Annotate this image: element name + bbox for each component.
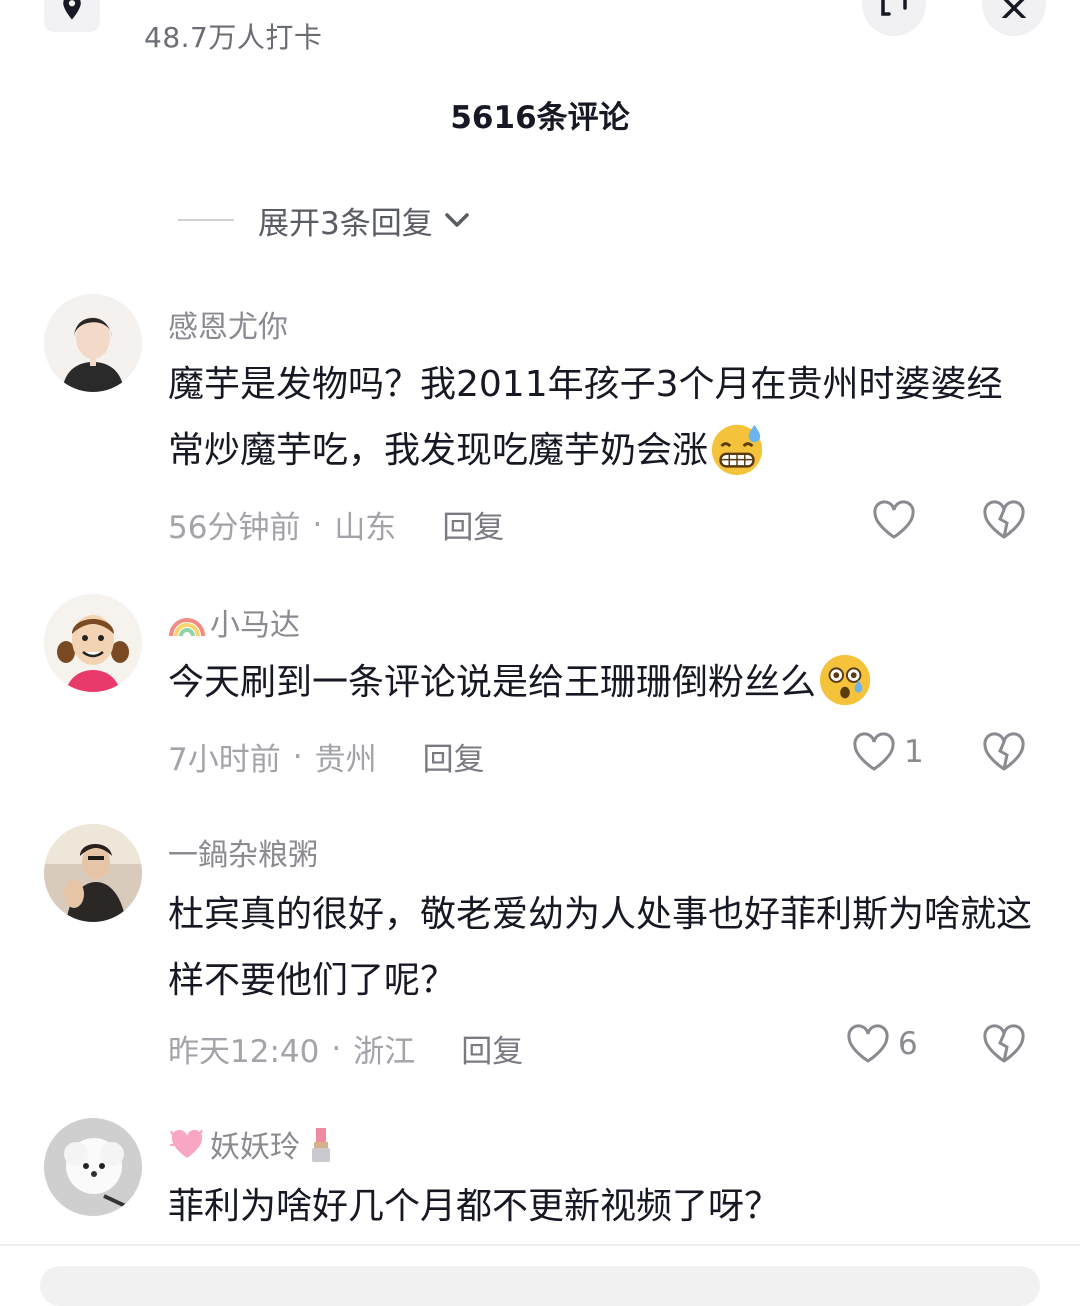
comment-location: 浙江 xyxy=(353,1034,416,1070)
chevron-down-icon xyxy=(444,213,469,227)
expand-button[interactable] xyxy=(862,0,926,36)
heart-icon xyxy=(847,1024,889,1063)
checkin-count: 48.7万人打卡 xyxy=(144,21,323,54)
rainbow-icon xyxy=(169,618,205,637)
like-button[interactable]: 1 xyxy=(852,732,924,772)
nickname[interactable]: 小马达 xyxy=(168,600,300,644)
dislike-button[interactable] xyxy=(982,1024,1026,1068)
comment-item: 一鍋杂粮粥 杜宾真的很好，敬老爱幼为人处事也好菲利斯为啥就这样不要他们了呢？ 昨… xyxy=(0,824,1080,1084)
expand-replies-button[interactable]: 展开3条回复 xyxy=(178,198,471,242)
comment-count-title: 5616条评论 xyxy=(450,100,630,136)
comment-item: 小马达 今天刷到一条评论说是给王珊珊倒粉丝么 7小时前 · 贵州 回复 1 xyxy=(0,594,1080,794)
nickname[interactable]: 感恩尤你 xyxy=(168,302,288,346)
avatar[interactable] xyxy=(44,294,142,392)
grimace-sweat-emoji-icon xyxy=(711,424,763,476)
avatar[interactable] xyxy=(44,824,142,922)
comment-input-bar[interactable] xyxy=(40,1266,1040,1306)
comment-text-content: 杜宾真的很好，敬老爱幼为人处事也好菲利斯为啥就这样不要他们了呢？ xyxy=(168,894,1033,1001)
heart-icon xyxy=(853,732,895,771)
comment-text: 菲利为啥好几个月都不更新视频了呀？ xyxy=(168,1174,1038,1240)
divider xyxy=(0,1244,1080,1246)
lipstick-icon xyxy=(312,1128,330,1162)
nickname[interactable]: 一鍋杂粮粥 xyxy=(168,830,318,874)
separator-dot: · xyxy=(292,738,303,775)
top-bar: 48.7万人打卡 xyxy=(0,0,1080,70)
comment-item: 感恩尤你 魔芋是发物吗？我2011年孩子3个月在贵州时婆婆经常炒魔芋吃，我发现吃… xyxy=(0,294,1080,554)
comment-time: 56分钟前 xyxy=(168,510,301,546)
comment-meta: 7小时前 · 贵州 回复 xyxy=(168,734,485,779)
dizzy-teary-emoji-icon xyxy=(819,654,871,706)
comment-location: 贵州 xyxy=(314,742,377,778)
comment-text-content: 菲利为啥好几个月都不更新视频了呀？ xyxy=(168,1186,781,1227)
close-icon xyxy=(1002,0,1026,18)
comment-time: 昨天12:40 xyxy=(168,1034,320,1070)
comment-item: 妖妖玲 菲利为啥好几个月都不更新视频了呀？ xyxy=(0,1118,1080,1244)
dislike-button[interactable] xyxy=(982,500,1026,544)
separator-dot: · xyxy=(331,1030,342,1067)
avatar[interactable] xyxy=(44,594,142,692)
comment-text: 今天刷到一条评论说是给王珊珊倒粉丝么 xyxy=(168,650,1038,716)
like-button[interactable] xyxy=(872,500,924,540)
expand-icon xyxy=(881,0,907,16)
heart-sparkle-icon xyxy=(170,1129,203,1158)
reply-button[interactable]: 回复 xyxy=(423,734,485,779)
broken-heart-icon xyxy=(983,1024,1025,1063)
nickname-text: 小马达 xyxy=(210,608,300,643)
like-button[interactable]: 6 xyxy=(846,1024,918,1064)
comment-text: 魔芋是发物吗？我2011年孩子3个月在贵州时婆婆经常炒魔芋吃，我发现吃魔芋奶会涨 xyxy=(168,352,1038,484)
dislike-button[interactable] xyxy=(982,732,1026,776)
comment-meta: 昨天12:40 · 浙江 回复 xyxy=(168,1026,523,1071)
avatar[interactable] xyxy=(44,1118,142,1216)
heart-icon xyxy=(873,500,915,539)
like-count: 1 xyxy=(904,734,924,770)
location-pin-icon[interactable] xyxy=(44,0,100,32)
close-button[interactable] xyxy=(982,0,1046,36)
nickname-text: 一鍋杂粮粥 xyxy=(168,838,318,873)
comment-time: 7小时前 xyxy=(168,742,281,778)
separator-dot: · xyxy=(312,506,323,543)
reply-button[interactable]: 回复 xyxy=(461,1026,523,1071)
comment-text-content: 魔芋是发物吗？我2011年孩子3个月在贵州时婆婆经常炒魔芋吃，我发现吃魔芋奶会涨 xyxy=(168,364,1003,471)
comment-text-content: 今天刷到一条评论说是给王珊珊倒粉丝么 xyxy=(168,662,817,703)
comment-text: 杜宾真的很好，敬老爱幼为人处事也好菲利斯为啥就这样不要他们了呢？ xyxy=(168,882,1038,1014)
nickname-text: 妖妖玲 xyxy=(210,1130,300,1165)
divider-line xyxy=(178,219,234,221)
broken-heart-icon xyxy=(983,500,1025,539)
broken-heart-icon xyxy=(983,732,1025,771)
comment-location: 山东 xyxy=(334,510,397,546)
comment-meta: 56分钟前 · 山东 回复 xyxy=(168,502,504,547)
reply-button[interactable]: 回复 xyxy=(442,502,504,547)
expand-replies-label: 展开3条回复 xyxy=(258,205,433,242)
like-count: 6 xyxy=(898,1026,918,1062)
nickname-text: 感恩尤你 xyxy=(168,310,288,345)
nickname[interactable]: 妖妖玲 xyxy=(168,1122,340,1166)
